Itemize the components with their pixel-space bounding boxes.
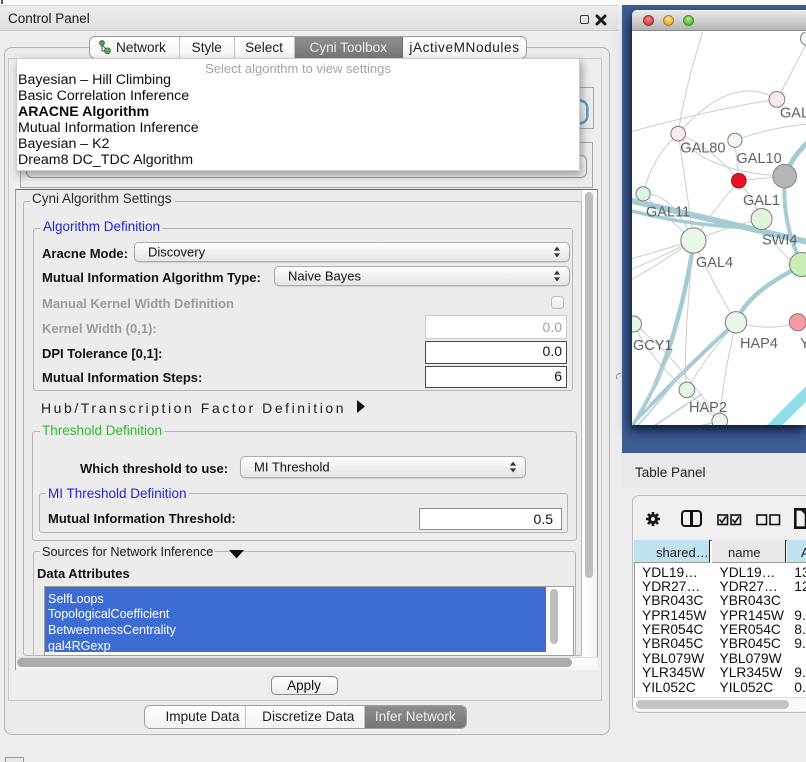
svg-text:HAP4: HAP4: [740, 335, 778, 351]
svg-text:GAL11: GAL11: [646, 204, 690, 220]
svg-text:HAP2: HAP2: [689, 399, 727, 415]
svg-text:GAL4: GAL4: [696, 255, 733, 271]
svg-text:GAL8: GAL8: [780, 105, 806, 121]
svg-text:GAL10: GAL10: [736, 151, 781, 167]
svg-text:GCY1: GCY1: [633, 338, 673, 354]
svg-text:SWI4: SWI4: [762, 232, 797, 248]
svg-text:Y: Y: [800, 335, 806, 351]
svg-text:GAL1: GAL1: [743, 193, 780, 209]
svg-text:GAL80: GAL80: [680, 140, 725, 156]
